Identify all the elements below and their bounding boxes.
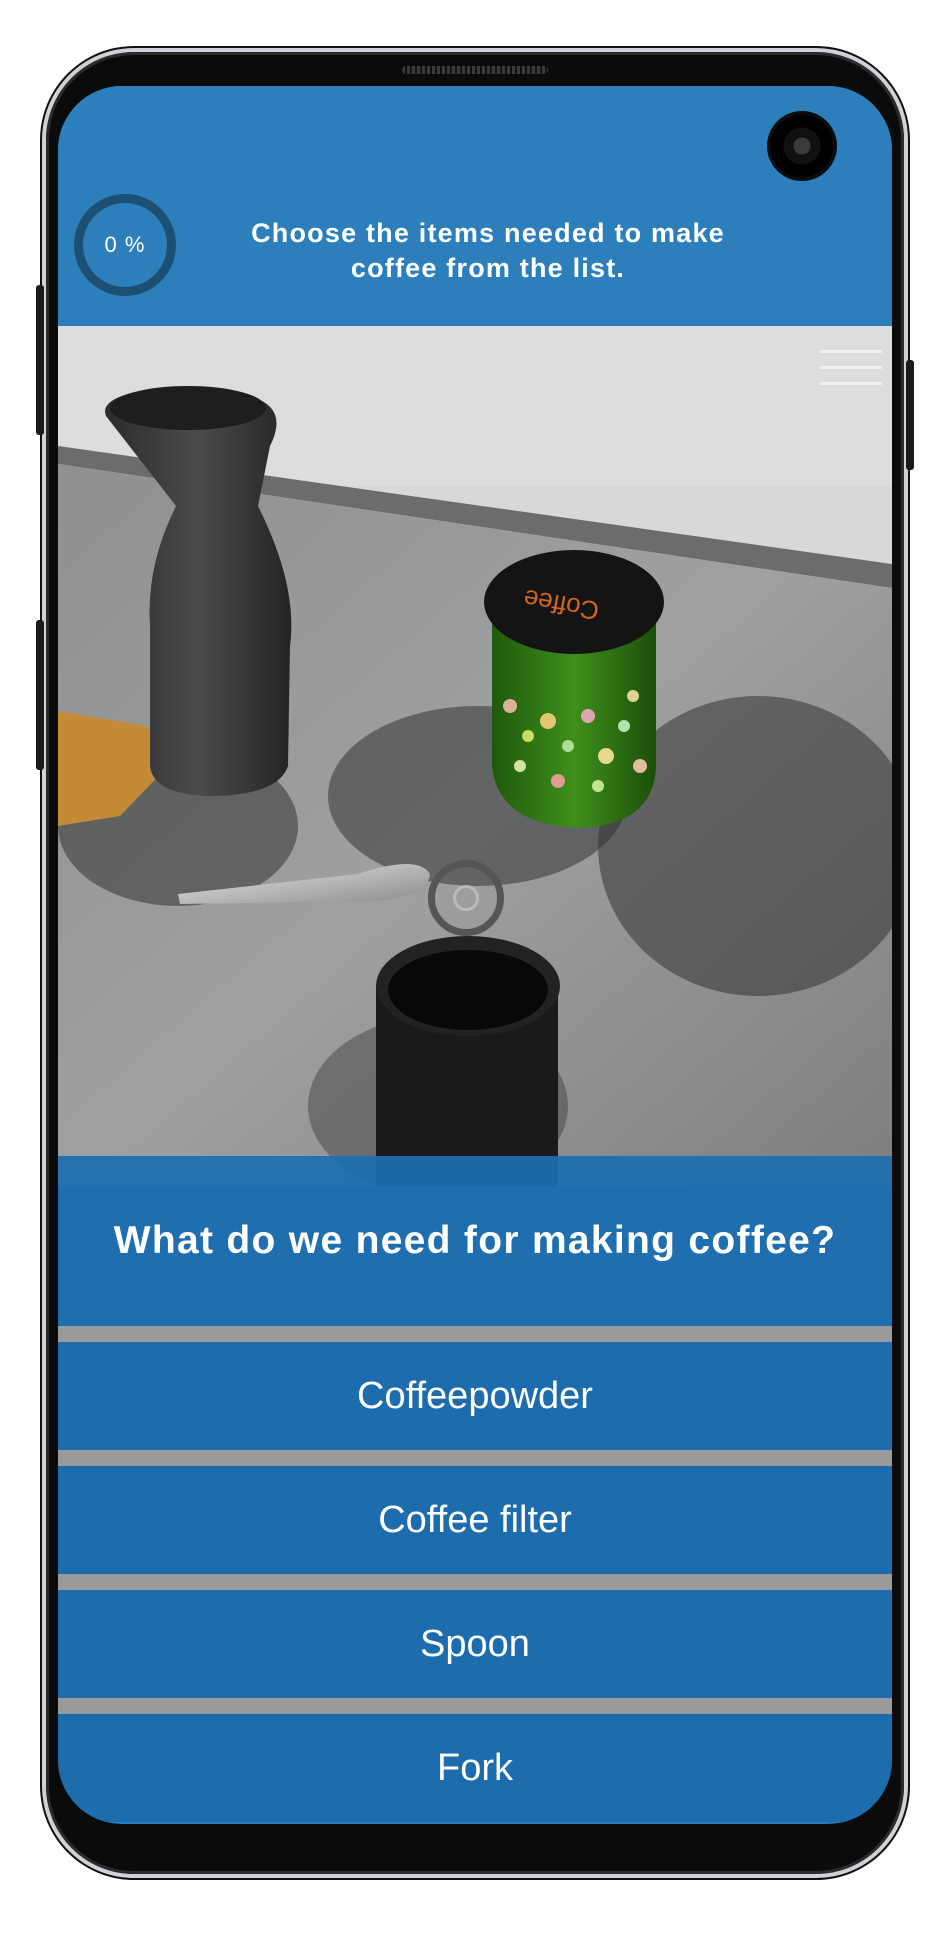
jar-dot <box>551 774 565 788</box>
instruction-line-2: coffee from the list. <box>350 253 626 283</box>
progress-ring: 0 % <box>74 194 176 296</box>
divider <box>58 1326 892 1342</box>
jar-dot <box>618 720 630 732</box>
jar-dot <box>503 699 517 713</box>
ar-scene[interactable]: Coffee <box>58 326 892 1186</box>
divider <box>58 1698 892 1714</box>
volume-button <box>36 285 44 435</box>
crosshair-reticle-icon <box>428 860 504 936</box>
app-screen: 0 % Choose the items needed to make coff… <box>58 86 892 1824</box>
answer-option-fork[interactable]: Fork <box>58 1714 892 1822</box>
jar-dot <box>540 713 556 729</box>
jar-dot <box>514 760 526 772</box>
earpiece-speaker <box>402 66 548 74</box>
task-instruction: Choose the items needed to make coffee f… <box>188 216 788 286</box>
task-header: 0 % Choose the items needed to make coff… <box>58 86 892 326</box>
jar-dot <box>592 780 604 792</box>
power-button <box>906 360 914 470</box>
mug-inside <box>388 950 548 1030</box>
jar-dot <box>581 709 595 723</box>
jar-dot <box>522 730 534 742</box>
divider <box>58 1574 892 1590</box>
question-panel: What do we need for making coffee? <box>58 1156 892 1326</box>
answer-option-spoon[interactable]: Spoon <box>58 1590 892 1698</box>
carafe-opening <box>110 386 266 430</box>
answer-option-coffee-filter[interactable]: Coffee filter <box>58 1466 892 1574</box>
jar-dot <box>598 748 614 764</box>
progress-percent: 0 % <box>104 232 146 257</box>
instruction-line-1: Choose the items needed to make <box>251 218 725 248</box>
divider <box>58 1450 892 1466</box>
jar-dot <box>627 690 639 702</box>
jar-dot <box>633 759 647 773</box>
bixby-button <box>36 620 44 770</box>
answer-option-coffeepowder[interactable]: Coffeepowder <box>58 1342 892 1450</box>
jar-dot <box>562 740 574 752</box>
hamburger-menu-icon[interactable] <box>820 350 882 398</box>
scene-illustration: Coffee <box>58 326 892 1186</box>
question-text: What do we need for making coffee? <box>113 1219 837 1262</box>
front-camera <box>770 114 834 178</box>
